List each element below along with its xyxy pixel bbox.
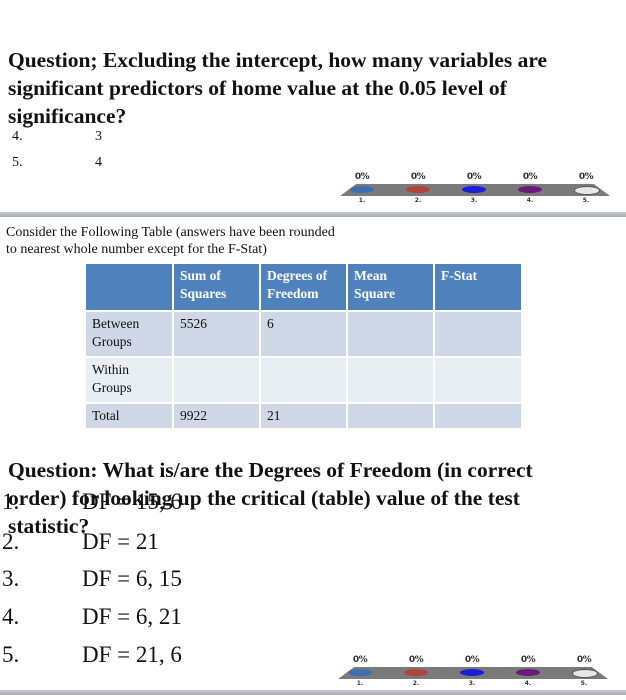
poll-percent: 0% [522, 172, 538, 182]
table-intro-line-1: Consider the Following Table (answers ha… [6, 225, 335, 240]
header-sum-of-squares: Sum of Squares [174, 264, 259, 310]
option-number: 3. [2, 566, 20, 591]
row-label: Total [86, 404, 172, 428]
response-poll-2: 0% 1. 0% 2. 0% 3. 0% 4. 0% 5. [338, 655, 608, 695]
poll-option-label: 5. [580, 680, 588, 687]
option-text: DF = 6, 21 [82, 604, 182, 629]
table-header-row: Sum of Squares Degrees of Freedom Mean S… [86, 264, 521, 310]
poll-option-marker [350, 186, 374, 193]
question-2-line-3: statistic? [8, 514, 90, 538]
cell-f-stat [435, 312, 521, 356]
poll-option-marker [406, 186, 430, 193]
option-number: 2. [2, 529, 20, 554]
cell-sum-of-squares: 5526 [174, 312, 259, 356]
table-row: Total 9922 21 [86, 404, 521, 428]
row-label: Between Groups [86, 312, 172, 356]
table-row: Between Groups 5526 6 [86, 312, 521, 356]
poll-percent: 0% [410, 172, 426, 182]
option-number: 5. [2, 642, 20, 667]
poll-option-label: 2. [412, 680, 420, 687]
poll-option-label: 1. [358, 197, 366, 204]
question-2-line-1: Question: What is/are the Degrees of Fre… [8, 458, 533, 482]
slide-divider [0, 690, 626, 695]
anova-table: Sum of Squares Degrees of Freedom Mean S… [84, 262, 523, 430]
header-blank [86, 264, 172, 310]
option-number: 4. [12, 129, 23, 144]
poll-option-marker [348, 669, 372, 676]
header-f-stat: F-Stat [435, 264, 521, 310]
poll-percent: 0% [352, 655, 368, 665]
cell-degrees-of-freedom [261, 358, 346, 402]
table-row: Within Groups [86, 358, 521, 402]
option-number: 5. [12, 155, 23, 170]
poll-option-label: 1. [356, 680, 364, 687]
poll-option-label: 3. [468, 680, 476, 687]
cell-mean-square [348, 312, 433, 356]
question-1-line-2: significant predictors of home value at … [8, 76, 507, 100]
option-text: 3 [95, 129, 102, 144]
poll-option-marker [572, 669, 598, 678]
slide-divider [0, 212, 626, 217]
question-1-line-1: Question; Excluding the intercept, how m… [8, 48, 548, 72]
option-text: DF = 15, 6 [82, 489, 182, 514]
poll-option-marker [404, 669, 428, 676]
question-1-line-3: significance? [8, 104, 127, 128]
poll-percent: 0% [464, 655, 480, 665]
option-number: 4. [2, 604, 20, 629]
poll-option-label: 4. [524, 680, 532, 687]
poll-option-label: 5. [582, 197, 590, 204]
option-number: 1. [2, 489, 20, 514]
poll-option-marker [460, 669, 484, 676]
response-poll-1: 0% 1. 0% 2. 0% 3. 0% 4. 0% 5. [340, 172, 610, 212]
cell-degrees-of-freedom: 6 [261, 312, 346, 356]
cell-mean-square [348, 404, 433, 428]
header-degrees-of-freedom: Degrees of Freedom [261, 264, 346, 310]
row-label: Within Groups [86, 358, 172, 402]
poll-percent: 0% [466, 172, 482, 182]
poll-option-marker [574, 186, 600, 195]
poll-option-label: 3. [470, 197, 478, 204]
cell-mean-square [348, 358, 433, 402]
poll-percent: 0% [520, 655, 536, 665]
cell-degrees-of-freedom: 21 [261, 404, 346, 428]
option-text: DF = 21, 6 [82, 642, 182, 667]
header-mean-square: Mean Square [348, 264, 433, 310]
cell-sum-of-squares [174, 358, 259, 402]
poll-option-label: 2. [414, 197, 422, 204]
poll-option-label: 4. [526, 197, 534, 204]
poll-option-marker [516, 669, 540, 676]
poll-percent: 0% [576, 655, 592, 665]
poll-percent: 0% [354, 172, 370, 182]
poll-option-marker [462, 186, 486, 193]
poll-percent: 0% [578, 172, 594, 182]
option-text: DF = 6, 15 [82, 566, 182, 591]
table-intro-line-2: to nearest whole number except for the F… [6, 242, 267, 257]
cell-sum-of-squares: 9922 [174, 404, 259, 428]
cell-f-stat [435, 404, 521, 428]
cell-f-stat [435, 358, 521, 402]
poll-option-marker [518, 186, 542, 193]
option-text: 4 [95, 155, 102, 170]
option-text: DF = 21 [82, 529, 159, 554]
poll-percent: 0% [408, 655, 424, 665]
